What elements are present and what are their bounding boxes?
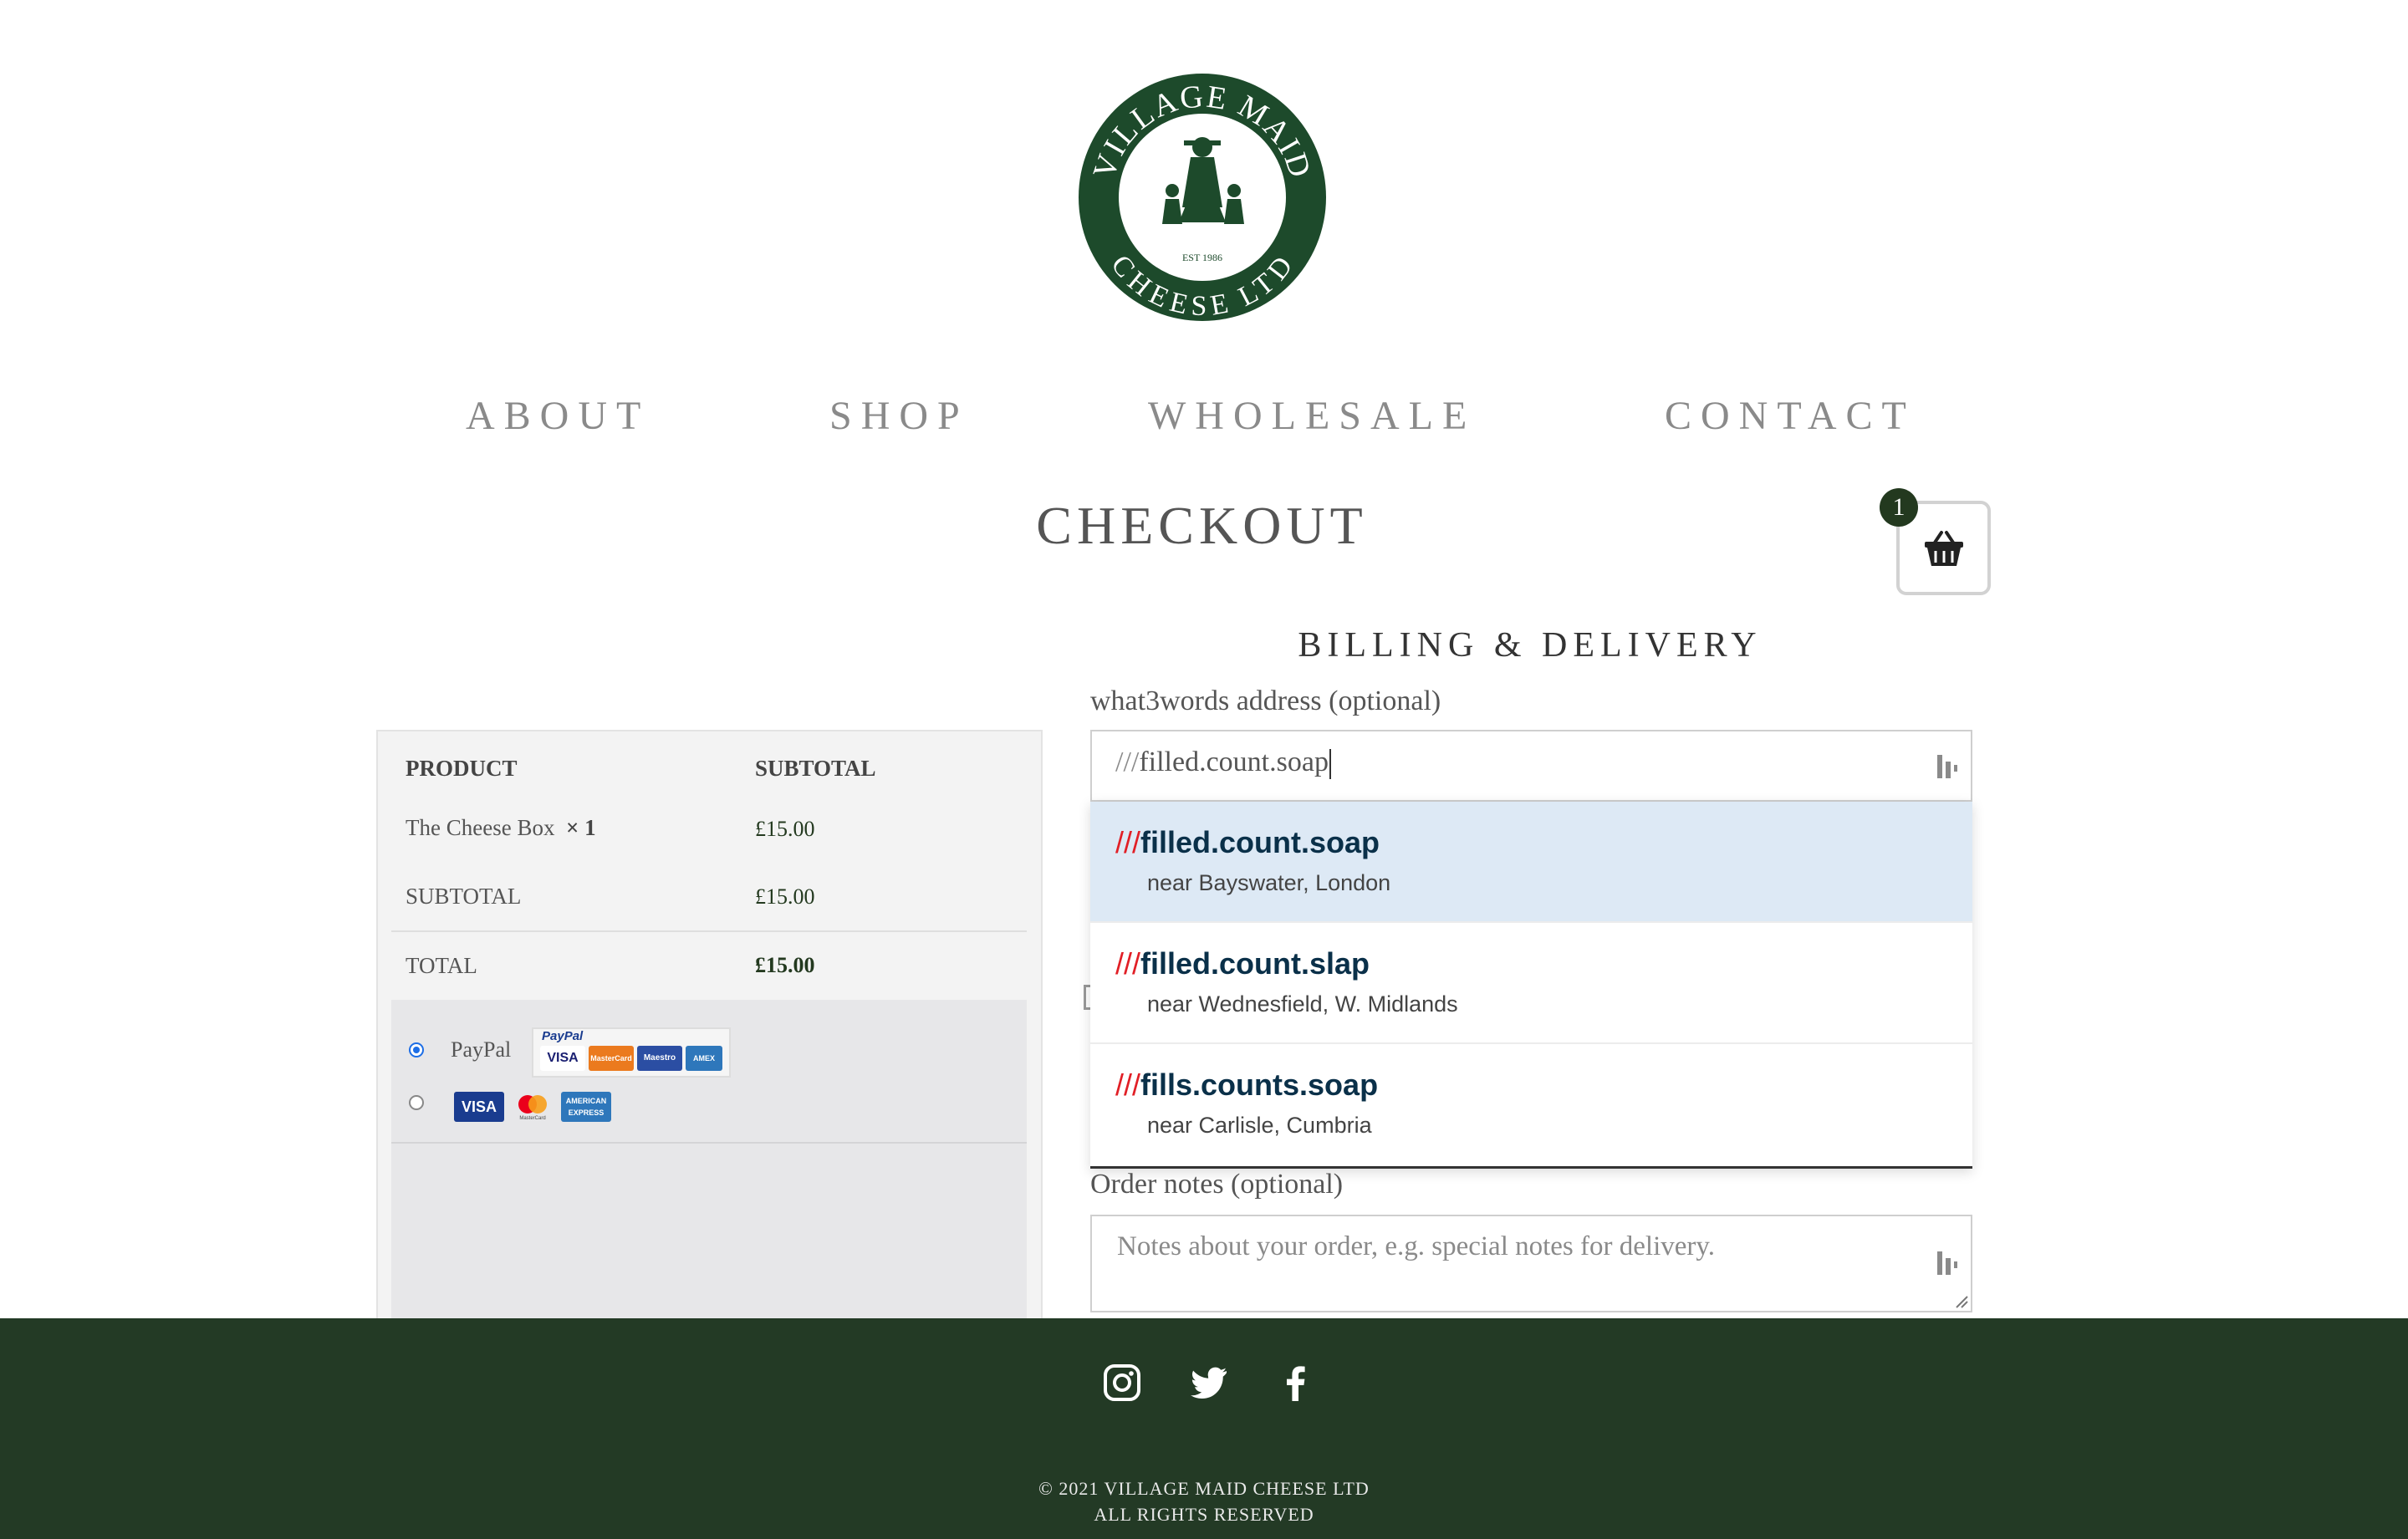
paypal-radio[interactable] xyxy=(409,1042,424,1057)
suggestion-words: filled.count.soap xyxy=(1140,825,1380,859)
visa-icon: VISA xyxy=(540,1046,585,1071)
w3w-input-value[interactable]: ///filled.count.soap xyxy=(1115,747,1331,780)
w3w-slashes-icon: /// xyxy=(1115,825,1141,859)
order-item-price: £15.00 xyxy=(755,817,815,841)
autofill-icon[interactable] xyxy=(1936,1250,1959,1277)
notes-label: Order notes (optional) xyxy=(1090,1169,1344,1200)
svg-text:EST 1986: EST 1986 xyxy=(1182,252,1222,263)
nav-about[interactable]: ABOUT xyxy=(466,393,650,439)
suggestion-item[interactable]: ///filled.count.slap near Wednesfield, W… xyxy=(1090,923,1972,1044)
resize-handle-icon[interactable] xyxy=(1955,1295,1968,1308)
nav-wholesale[interactable]: WHOLESALE xyxy=(1148,393,1476,439)
amex-icon: AMEX xyxy=(686,1046,722,1071)
nav-shop[interactable]: SHOP xyxy=(829,393,969,439)
page-title: CHECKOUT xyxy=(1036,496,1368,555)
w3w-label: what3words address (optional) xyxy=(1090,685,1441,716)
paypal-logo: PayPal xyxy=(542,1029,584,1043)
basket-icon xyxy=(1925,531,1963,566)
total-value: £15.00 xyxy=(755,953,815,977)
facebook-icon[interactable] xyxy=(1276,1363,1316,1403)
autofill-icon[interactable] xyxy=(1936,753,1959,780)
order-item-qty: × 1 xyxy=(565,815,596,840)
header-product: PRODUCT xyxy=(406,756,518,781)
svg-text:MasterCard: MasterCard xyxy=(519,1116,545,1121)
visa-icon: VISA xyxy=(454,1092,504,1122)
rights-text: ALL RIGHTS RESERVED xyxy=(1094,1504,1314,1525)
paypal-label[interactable]: PayPal xyxy=(451,1037,511,1063)
w3w-slashes-icon: /// xyxy=(1115,946,1141,981)
subtotal-label: SUBTOTAL xyxy=(406,884,522,909)
card-radio[interactable] xyxy=(409,1095,424,1110)
nav-contact[interactable]: CONTACT xyxy=(1665,393,1916,439)
cart-count-badge: 1 xyxy=(1880,488,1918,527)
total-label: TOTAL xyxy=(406,953,477,978)
copyright-text: © 2021 VILLAGE MAID CHEESE LTD xyxy=(1038,1478,1370,1499)
divider xyxy=(391,1142,1027,1144)
header-subtotal: SUBTOTAL xyxy=(755,756,876,781)
paypal-acceptance-mark: PayPal VISA MasterCard Maestro AMEX xyxy=(532,1027,731,1078)
brand-logo[interactable]: VILLAGE MAID CHEESE LTD EST 1986 xyxy=(1079,74,1326,322)
suggestion-item[interactable]: ///filled.count.soap near Bayswater, Lon… xyxy=(1090,802,1972,923)
suggestion-near: near Wednesfield, W. Midlands xyxy=(1147,991,1458,1017)
mastercard-icon: MasterCard xyxy=(512,1092,554,1122)
w3w-slashes-icon: /// xyxy=(1115,1068,1141,1102)
billing-title: BILLING & DELIVERY xyxy=(1298,626,1763,665)
subtotal-value: £15.00 xyxy=(755,884,815,909)
suggestion-item[interactable]: ///fills.counts.soap near Carlisle, Cumb… xyxy=(1090,1044,1972,1165)
twitter-icon[interactable] xyxy=(1189,1363,1229,1403)
mastercard-icon: MasterCard xyxy=(589,1046,634,1071)
suggestion-words: fills.counts.soap xyxy=(1140,1068,1379,1102)
maestro-icon: Maestro xyxy=(637,1046,682,1071)
notes-placeholder: Notes about your order, e.g. special not… xyxy=(1117,1231,1715,1261)
suggestion-near: near Carlisle, Cumbria xyxy=(1147,1113,1372,1138)
order-notes-textarea[interactable] xyxy=(1090,1215,1972,1312)
suggestion-near: near Bayswater, London xyxy=(1147,870,1391,895)
text-cursor xyxy=(1329,749,1331,780)
divider xyxy=(391,930,1027,932)
order-item-name: The Cheese Box × 1 xyxy=(406,815,596,840)
suggestion-words: filled.count.slap xyxy=(1140,946,1370,981)
amex-icon: AMERICAN EXPRESS xyxy=(561,1092,611,1122)
instagram-icon[interactable] xyxy=(1102,1363,1142,1403)
w3w-suggestions-dropdown: ///filled.count.soap near Bayswater, Lon… xyxy=(1090,802,1972,1169)
